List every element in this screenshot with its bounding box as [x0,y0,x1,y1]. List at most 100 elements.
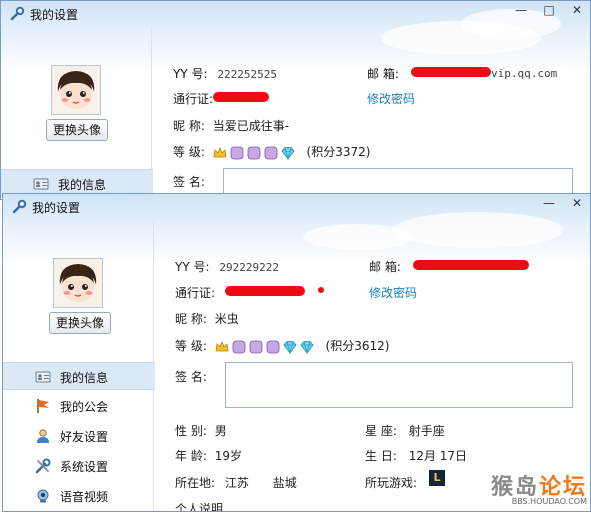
redaction-dot [318,287,324,293]
change-avatar-button[interactable]: 更换头像 [46,119,109,141]
signature-label: 签 名: [175,370,207,384]
redaction-mark [413,260,529,270]
change-password-link[interactable]: 修改密码 [367,90,415,107]
window-title: 我的设置 [9,5,78,23]
id-card-icon [35,371,51,383]
gender-value: 男 [214,424,227,438]
gender-label: 性 别: [175,424,207,438]
yy-value: 292229222 [219,261,279,274]
level-row: 等 级: (积分3612) [175,337,389,354]
province-value: 江苏 [224,476,249,490]
sidebar-item-system-settings[interactable]: 系统设置 [3,452,155,480]
birthday-row: 生 日: 12月 17日 [365,447,467,464]
settings-window-back: 我的设置 — □ ✕ 更换头像 我的信息 YY 号: 222252525 邮 箱… [0,0,591,200]
location-label: 所在地: [175,476,216,490]
forum-watermark: 猴岛论坛 BBS.HOUDAO.COM [491,469,587,506]
redaction-mark [411,67,491,77]
signature-label: 签 名: [173,175,205,189]
sidebar: 更换头像 我的信息 我的公会 好友设置 系统设置 语音视频 [3,222,155,511]
age-row: 年 龄: 19岁 [175,447,242,464]
tools-icon [35,458,51,474]
window-title: 我的设置 [11,198,80,216]
wrench-icon [9,6,25,22]
crown-icon [213,146,227,160]
age-value: 19岁 [214,449,242,463]
email-label: 邮 箱: [369,260,401,274]
wrench-icon [11,199,27,215]
minimize-button[interactable]: — [542,196,556,210]
nickname-value: 当爱已成往事- [212,119,290,133]
change-avatar-button[interactable]: 更换头像 [49,312,112,334]
constellation-row: 星 座: 射手座 [365,422,445,439]
sidebar-item-label: 语音视频 [60,490,109,504]
avatar [53,258,103,308]
age-label: 年 龄: [175,449,207,463]
id-card-icon [33,178,49,190]
moon-icon [266,340,280,354]
gender-row: 性 别: 男 [175,422,227,439]
moon-icon [230,146,244,160]
redaction-mark [213,92,269,102]
sidebar-item-label: 好友设置 [60,430,109,444]
minimize-button[interactable]: — [514,3,528,17]
window-title-text: 我的设置 [32,200,81,215]
email-row: 邮 箱: [367,65,399,82]
sidebar: 更换头像 我的信息 [1,29,153,199]
yy-value: 222252525 [217,68,277,81]
constellation-value: 射手座 [408,424,445,438]
avatar-image [54,259,102,307]
sidebar-item-voice-video[interactable]: 语音视频 [3,482,155,510]
games-label: 所玩游戏: [365,476,418,490]
yy-label: YY 号: [175,260,210,274]
flag-icon [37,399,49,413]
nickname-label: 昵 称: [173,119,205,133]
constellation-label: 星 座: [365,424,397,438]
moon-icon [247,146,261,160]
diamond-icon [283,340,297,354]
level-row: 等 级: (积分3372) [173,143,370,160]
personal-intro-label: 个人说明 [175,502,224,512]
email-label: 邮 箱: [367,67,399,81]
avatar [51,65,101,115]
moon-icon [249,340,263,354]
close-button[interactable]: ✕ [570,196,584,210]
change-password-link[interactable]: 修改密码 [369,284,417,301]
sidebar-item-friend-settings[interactable]: 好友设置 [3,422,155,450]
signature-input[interactable] [225,362,573,408]
moon-icon [232,340,246,354]
close-button[interactable]: ✕ [570,3,584,17]
level-icons [213,146,295,160]
yy-label: YY 号: [173,67,208,81]
window-title-text: 我的设置 [30,7,79,22]
location-row: 所在地: 江苏 盐城 [175,474,297,491]
nickname-row: 昵 称: 米虫 [175,310,239,327]
birthday-label: 生 日: [365,449,397,463]
crown-icon [215,340,229,354]
sidebar-item-label: 系统设置 [60,460,109,474]
passport-label: 通行证: [173,92,214,106]
level-label: 等 级: [173,145,205,159]
sidebar-item-label: 我的公会 [60,400,109,414]
moon-icon [264,146,278,160]
camera-icon [37,489,49,503]
diamond-icon [300,340,314,354]
sidebar-item-label: 我的信息 [60,371,109,385]
level-icons [215,340,314,354]
yy-number-row: YY 号: 292229222 [175,258,279,275]
diamond-icon [281,146,295,160]
sidebar-item-my-guild[interactable]: 我的公会 [3,392,155,420]
settings-window-front: 我的设置 — ✕ 更换头像 我的信息 我的公会 好友设置 系统设置 语音视频 Y… [2,193,591,512]
maximize-button[interactable]: □ [542,3,556,17]
window-controls: — ✕ [542,196,584,210]
games-row: 所玩游戏: [365,474,417,491]
passport-label: 通行证: [175,286,216,300]
game-icon[interactable]: L [429,470,445,486]
points-value: (积分3612) [325,339,390,353]
avatar-image [52,66,100,114]
nickname-value: 米虫 [214,312,239,326]
birthday-value: 12月 17日 [408,449,468,463]
email-suffix: vip.qq.com [491,67,558,80]
city-value: 盐城 [272,476,297,490]
sidebar-item-my-info[interactable]: 我的信息 [3,362,155,390]
yy-number-row: YY 号: 222252525 [173,65,277,82]
